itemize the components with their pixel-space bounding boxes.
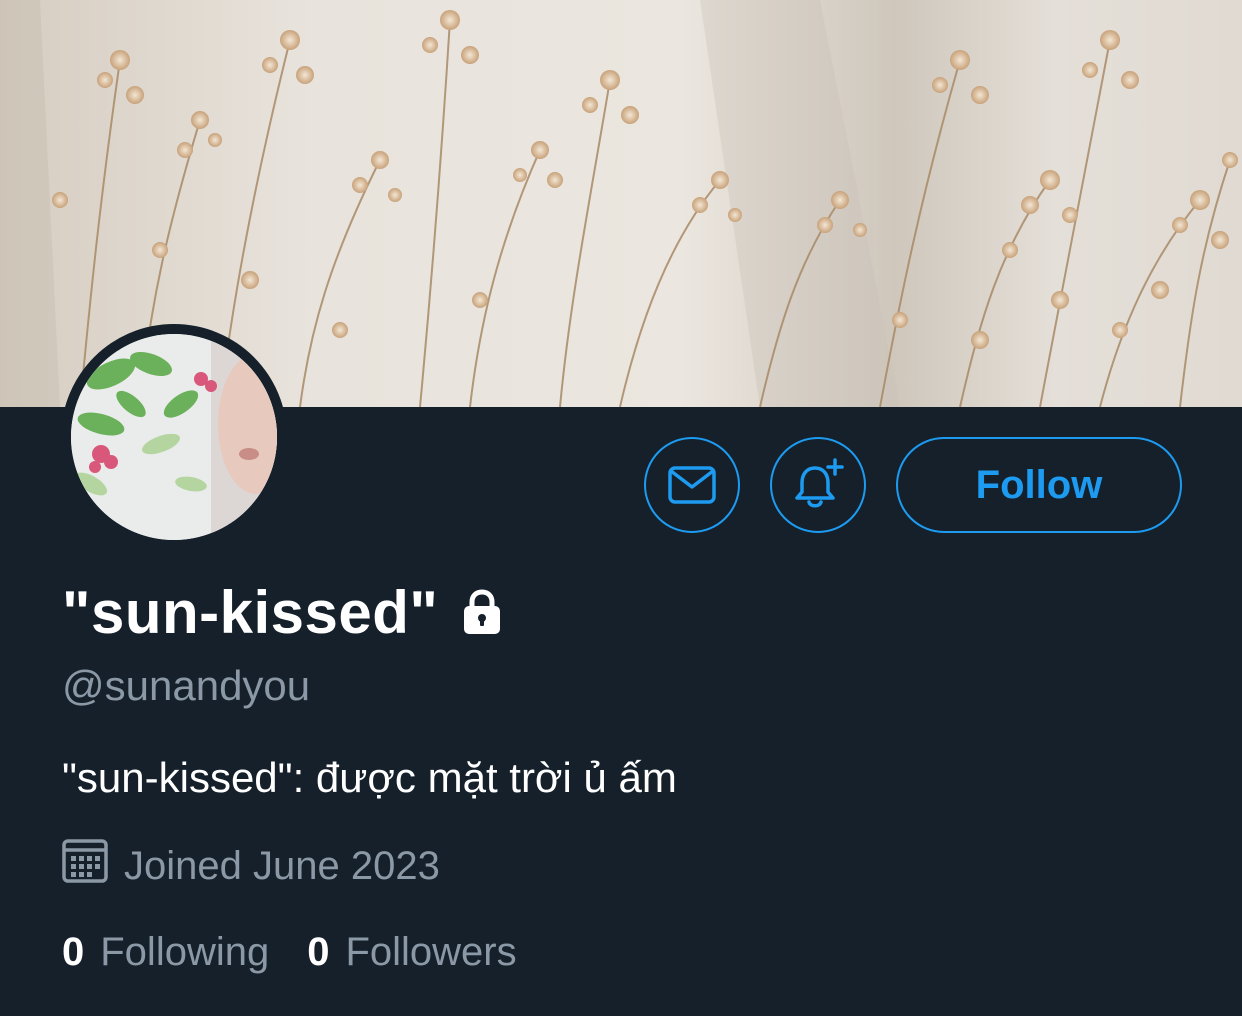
profile-handle: @sunandyou (62, 662, 311, 709)
profile-page: Follow "sun-kissed" @sunandyou "sun-kiss… (0, 0, 1242, 1016)
following-count: 0 (62, 930, 85, 974)
display-name: "sun-kissed" (62, 578, 439, 646)
notifications-button[interactable] (770, 437, 866, 533)
calendar-icon (62, 838, 108, 894)
joined-text: Joined June 2023 (124, 843, 440, 888)
bell-plus-icon (795, 458, 844, 508)
followers-link[interactable]: 0 Followers (307, 930, 516, 975)
profile-bio: "sun-kissed": được mặt trời ủ ấm (62, 754, 677, 801)
message-button[interactable] (644, 437, 740, 533)
envelope-icon (668, 466, 716, 504)
followers-label: Followers (345, 930, 517, 974)
avatar-image (71, 334, 277, 540)
following-label: Following (100, 930, 270, 974)
display-name-row: "sun-kissed" (62, 572, 506, 652)
following-link[interactable]: 0 Following (62, 930, 269, 975)
profile-avatar[interactable] (61, 324, 287, 550)
lock-icon (458, 588, 506, 641)
joined-date: Joined June 2023 (62, 838, 440, 894)
follow-button[interactable]: Follow (896, 437, 1182, 533)
follow-stats: 0 Following 0 Followers (62, 930, 517, 975)
followers-count: 0 (307, 930, 330, 974)
